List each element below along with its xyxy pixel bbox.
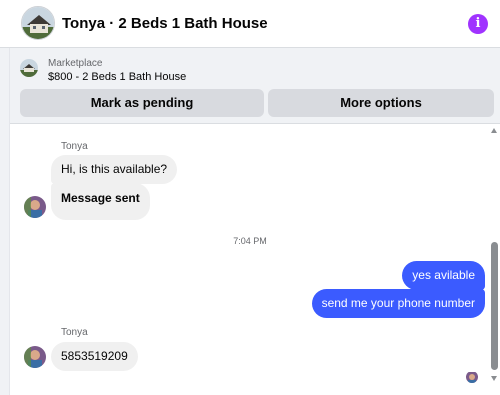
sender-avatar[interactable] <box>24 346 46 368</box>
left-edge-divider <box>0 48 10 395</box>
message-thread: Tonya Hi, is this available? Message sen… <box>11 124 489 395</box>
chat-scrollbar[interactable] <box>489 124 500 395</box>
sender-name: Tonya <box>61 141 88 152</box>
conversation-title: Tonya · 2 Beds 1 Bath House <box>62 15 268 32</box>
message-bubble-incoming[interactable]: 5853519209 <box>51 342 138 371</box>
message-bubble-outgoing[interactable]: yes avilable <box>402 261 485 290</box>
message-timestamp: 7:04 PM <box>233 236 267 246</box>
scroll-down-arrow-icon[interactable] <box>491 376 497 381</box>
seen-receipt-avatar <box>466 371 478 383</box>
message-bubble-outgoing[interactable]: send me your phone number <box>311 289 485 318</box>
sender-name: Tonya <box>61 327 88 338</box>
scroll-up-arrow-icon[interactable] <box>491 128 497 133</box>
house-photo-avatar[interactable] <box>21 6 55 40</box>
chat-header: Tonya · 2 Beds 1 Bath House i <box>0 0 500 48</box>
info-icon[interactable]: i <box>468 14 488 34</box>
sender-avatar[interactable] <box>24 196 46 218</box>
listing-title[interactable]: $800 - 2 Beds 1 Bath House <box>48 71 186 83</box>
message-bubble-incoming[interactable]: Message sent <box>51 183 150 220</box>
marketplace-listing-panel: Marketplace $800 - 2 Beds 1 Bath House M… <box>10 48 500 124</box>
mark-as-pending-button[interactable]: Mark as pending <box>20 89 264 117</box>
listing-thumbnail[interactable] <box>20 59 38 77</box>
messenger-window: Tonya · 2 Beds 1 Bath House i Marketplac… <box>0 0 500 395</box>
more-options-button[interactable]: More options <box>268 89 494 117</box>
scrollbar-thumb[interactable] <box>491 242 498 370</box>
marketplace-label: Marketplace <box>48 58 103 69</box>
message-bubble-incoming[interactable]: Hi, is this available? <box>51 155 178 184</box>
